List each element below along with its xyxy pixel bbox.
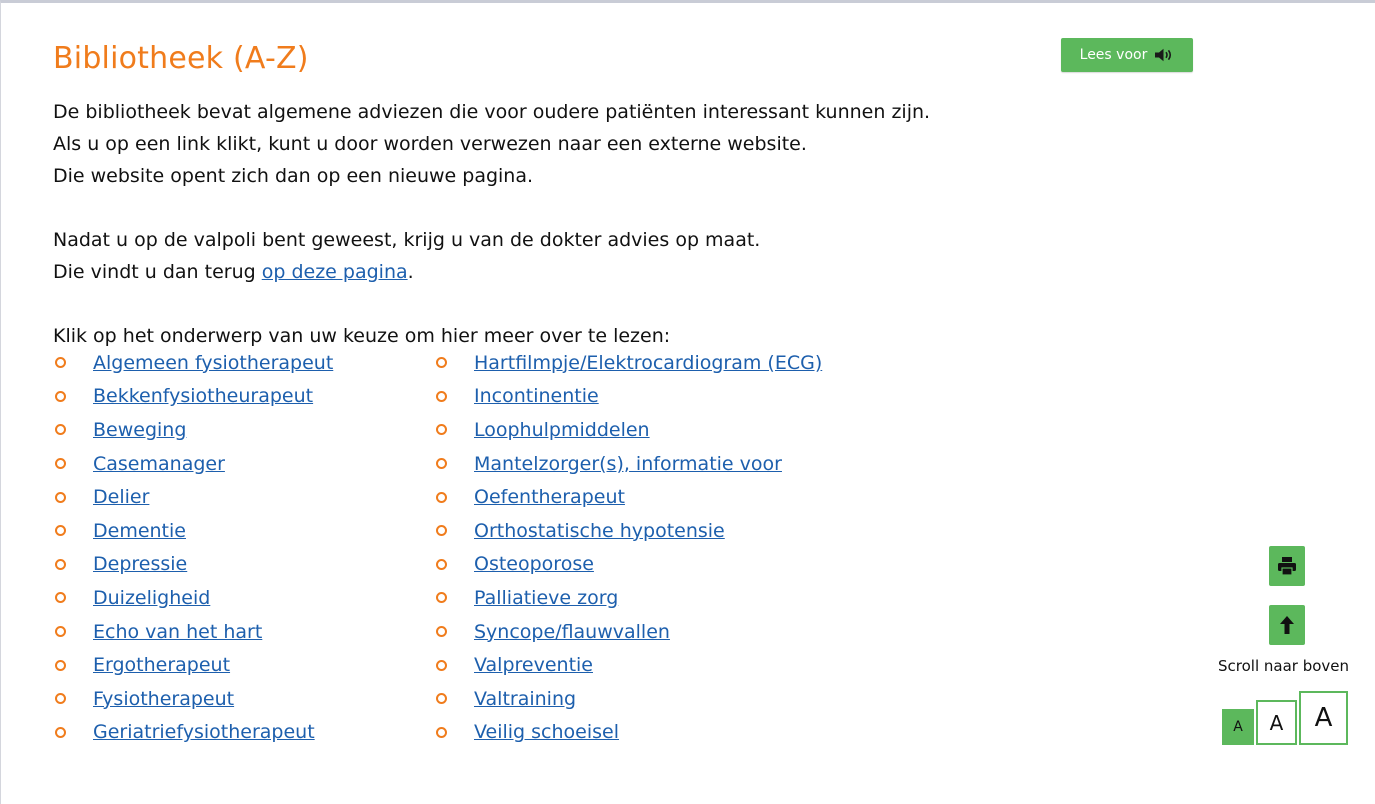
topic-link[interactable]: Dementie bbox=[93, 520, 186, 542]
topic-link[interactable]: Casemanager bbox=[93, 453, 225, 475]
bullet-icon bbox=[436, 525, 447, 537]
intro-line: Als u op een link klikt, kunt u door wor… bbox=[53, 133, 807, 155]
intro-text: De bibliotheek bevat algemene adviezen d… bbox=[53, 96, 930, 352]
bullet-icon bbox=[436, 458, 447, 470]
bullet-icon bbox=[55, 424, 66, 436]
list-item: Casemanager bbox=[53, 447, 333, 481]
bullet-icon bbox=[55, 491, 66, 503]
font-size-large-button[interactable]: A bbox=[1299, 691, 1348, 745]
topic-link[interactable]: Osteoporose bbox=[474, 553, 594, 575]
list-item: Dementie bbox=[53, 514, 333, 548]
list-item: Geriatriefysiotherapeut bbox=[53, 716, 333, 750]
list-item: Beweging bbox=[53, 413, 333, 447]
bullet-icon bbox=[436, 390, 447, 402]
bullet-icon bbox=[436, 659, 447, 671]
list-item: Orthostatische hypotensie bbox=[434, 514, 822, 548]
topic-link[interactable]: Palliatieve zorg bbox=[474, 587, 618, 609]
font-size-controls: A A A bbox=[1222, 691, 1348, 745]
topic-link[interactable]: Valpreventie bbox=[474, 654, 593, 676]
intro-line-text: Die vindt u dan terug bbox=[53, 261, 262, 283]
bullet-icon bbox=[436, 491, 447, 503]
list-item: Fysiotherapeut bbox=[53, 682, 333, 716]
topic-link[interactable]: Ergotherapeut bbox=[93, 654, 230, 676]
bullet-icon bbox=[436, 424, 447, 436]
advice-page-link[interactable]: op deze pagina bbox=[262, 261, 408, 283]
intro-line: Die vindt u dan terug op deze pagina. bbox=[53, 256, 930, 288]
scroll-to-top-label: Scroll naar boven bbox=[1218, 657, 1350, 675]
list-item: Algemeen fysiotherapeut bbox=[53, 346, 333, 380]
list-item: Duizeligheid bbox=[53, 581, 333, 615]
list-item: Veilig schoeisel bbox=[434, 716, 822, 750]
bullet-icon bbox=[55, 592, 66, 604]
topic-link[interactable]: Echo van het hart bbox=[93, 621, 262, 643]
topic-link[interactable]: Mantelzorger(s), informatie voor bbox=[474, 453, 782, 475]
bullet-icon bbox=[55, 626, 66, 638]
list-item: Delier bbox=[53, 480, 333, 514]
topic-link[interactable]: Beweging bbox=[93, 419, 186, 441]
list-item: Mantelzorger(s), informatie voor bbox=[434, 447, 822, 481]
list-item: Incontinentie bbox=[434, 380, 822, 414]
topic-link[interactable]: Hartfilmpje/Elektrocardiogram (ECG) bbox=[474, 352, 822, 374]
speaker-icon bbox=[1155, 48, 1172, 62]
topic-link[interactable]: Syncope/flauwvallen bbox=[474, 621, 670, 643]
list-item: Bekkenfysiotheurapeut bbox=[53, 380, 333, 414]
topic-link[interactable]: Loophulpmiddelen bbox=[474, 419, 650, 441]
topic-link[interactable]: Incontinentie bbox=[474, 385, 599, 407]
read-aloud-button[interactable]: Lees voor bbox=[1061, 38, 1193, 72]
bullet-icon bbox=[55, 458, 66, 470]
page-title: Bibliotheek (A-Z) bbox=[53, 41, 309, 76]
topic-link[interactable]: Delier bbox=[93, 486, 149, 508]
list-item: Valtraining bbox=[434, 682, 822, 716]
topic-link[interactable]: Bekkenfysiotheurapeut bbox=[93, 385, 313, 407]
list-item: Osteoporose bbox=[434, 548, 822, 582]
bullet-icon bbox=[436, 558, 447, 570]
list-item: Ergotherapeut bbox=[53, 648, 333, 682]
topic-link[interactable]: Geriatriefysiotherapeut bbox=[93, 721, 315, 743]
bullet-icon bbox=[55, 726, 66, 738]
font-size-small-button[interactable]: A bbox=[1222, 709, 1254, 745]
bullet-icon bbox=[55, 693, 66, 705]
bullet-icon bbox=[436, 693, 447, 705]
intro-line-text: . bbox=[407, 261, 414, 283]
list-item: Loophulpmiddelen bbox=[434, 413, 822, 447]
list-item: Hartfilmpje/Elektrocardiogram (ECG) bbox=[434, 346, 822, 380]
bullet-icon bbox=[55, 525, 66, 537]
bullet-icon bbox=[436, 592, 447, 604]
bullet-icon bbox=[436, 726, 447, 738]
topic-link[interactable]: Veilig schoeisel bbox=[474, 721, 619, 743]
list-item: Valpreventie bbox=[434, 648, 822, 682]
bullet-icon bbox=[55, 558, 66, 570]
bullet-icon bbox=[55, 357, 66, 369]
intro-line: Nadat u op de valpoli bent geweest, krij… bbox=[53, 229, 761, 251]
list-item: Depressie bbox=[53, 548, 333, 582]
bullet-icon bbox=[436, 357, 447, 369]
arrow-up-icon bbox=[1280, 616, 1294, 634]
topic-link[interactable]: Oefentherapeut bbox=[474, 486, 625, 508]
topic-link[interactable]: Duizeligheid bbox=[93, 587, 210, 609]
topic-link[interactable]: Algemeen fysiotherapeut bbox=[93, 352, 333, 374]
topic-list-left: Algemeen fysiotherapeut Bekkenfysiotheur… bbox=[53, 346, 333, 749]
intro-line: De bibliotheek bevat algemene adviezen d… bbox=[53, 101, 931, 123]
list-item: Echo van het hart bbox=[53, 615, 333, 649]
font-size-medium-button[interactable]: A bbox=[1256, 700, 1297, 745]
scroll-to-top-button[interactable] bbox=[1269, 605, 1305, 645]
bullet-icon bbox=[55, 390, 66, 402]
printer-icon bbox=[1278, 557, 1296, 576]
bullet-icon bbox=[436, 626, 447, 638]
topic-link[interactable]: Valtraining bbox=[474, 688, 576, 710]
print-button[interactable] bbox=[1269, 546, 1305, 586]
intro-line: Die website opent zich dan op een nieuwe… bbox=[53, 165, 534, 187]
topic-link[interactable]: Depressie bbox=[93, 553, 187, 575]
topic-link[interactable]: Orthostatische hypotensie bbox=[474, 520, 725, 542]
list-item: Syncope/flauwvallen bbox=[434, 615, 822, 649]
list-item: Palliatieve zorg bbox=[434, 581, 822, 615]
topic-link[interactable]: Fysiotherapeut bbox=[93, 688, 234, 710]
list-item: Oefentherapeut bbox=[434, 480, 822, 514]
topic-list-right: Hartfilmpje/Elektrocardiogram (ECG) Inco… bbox=[434, 346, 822, 749]
read-aloud-label: Lees voor bbox=[1079, 47, 1148, 63]
bullet-icon bbox=[55, 659, 66, 671]
